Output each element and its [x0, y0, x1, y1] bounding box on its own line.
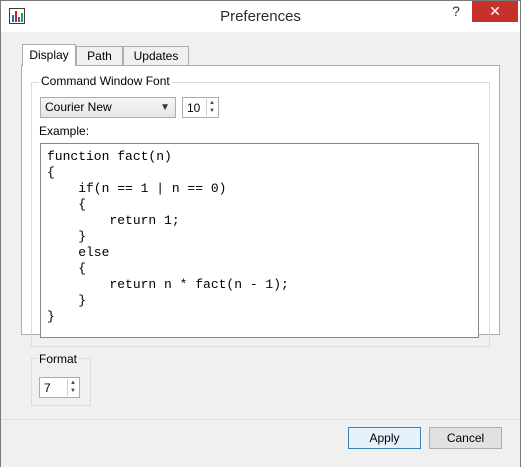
tab-path[interactable]: Path — [76, 46, 123, 66]
title-bar: Preferences ? ✕ — [1, 1, 520, 32]
tab-updates[interactable]: Updates — [123, 46, 189, 66]
spin-arrows: ▲ ▼ — [67, 379, 78, 396]
chevron-down-icon[interactable]: ▼ — [160, 98, 170, 117]
format-stepper[interactable]: 7 ▲ ▼ — [39, 377, 80, 398]
close-button[interactable]: ✕ — [472, 1, 518, 22]
spin-up-icon[interactable]: ▲ — [209, 100, 215, 106]
font-group-label: Command Window Font — [39, 74, 172, 88]
cancel-button[interactable]: Cancel — [429, 427, 502, 449]
spin-down-icon[interactable]: ▼ — [209, 108, 215, 114]
font-size-value: 10 — [187, 101, 201, 115]
spin-arrows: ▲ ▼ — [206, 99, 217, 116]
format-value: 7 — [44, 381, 51, 395]
apply-button[interactable]: Apply — [348, 427, 421, 449]
preferences-window: Preferences ? ✕ Display Path Updates Com… — [0, 0, 521, 467]
help-button[interactable]: ? — [442, 1, 470, 22]
spin-down-icon[interactable]: ▼ — [70, 388, 76, 394]
font-size-stepper[interactable]: 10 ▲ ▼ — [182, 97, 219, 118]
font-name-select[interactable]: Courier New ▼ — [40, 97, 176, 118]
format-label: Format — [37, 352, 80, 366]
tab-display[interactable]: Display — [22, 44, 76, 66]
example-label: Example: — [39, 124, 90, 138]
spin-up-icon[interactable]: ▲ — [70, 380, 76, 386]
example-code-preview: function fact(n) { if(n == 1 | n == 0) {… — [40, 143, 479, 338]
font-name-value: Courier New — [45, 100, 112, 114]
